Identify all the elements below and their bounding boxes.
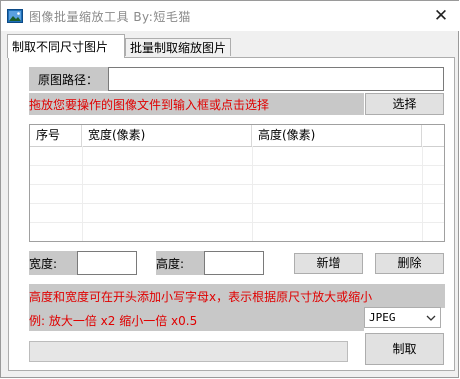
- source-path-label-box: 原图路径：: [29, 67, 109, 91]
- column-header-width[interactable]: 宽度(像素): [82, 125, 252, 146]
- scale-example: 例: 放大一倍 x2 缩小一倍 x0.5: [29, 314, 198, 328]
- progress-bar: [29, 341, 348, 362]
- note-line-2-box: 例: 放大一倍 x2 缩小一倍 x0.5: [29, 308, 364, 331]
- width-label-box: 宽度:: [29, 251, 77, 275]
- tab-batch-scale[interactable]: 批量制取缩放图片: [125, 38, 231, 56]
- width-input[interactable]: [77, 251, 137, 275]
- source-path-label: 原图路径：: [38, 73, 99, 87]
- drag-drop-hint: 拖放您要操作的图像文件到输入框或点击选择: [29, 98, 270, 112]
- grid-line: [252, 146, 253, 241]
- grid-line: [30, 184, 444, 185]
- source-path-input[interactable]: [108, 67, 444, 91]
- height-label: 高度:: [156, 257, 185, 271]
- grid-line: [82, 146, 83, 241]
- hint-box: 拖放您要操作的图像文件到输入框或点击选择: [29, 93, 364, 115]
- tab-panel: 原图路径： 拖放您要操作的图像文件到输入框或点击选择 选择 序号 宽度(像素) …: [8, 57, 455, 371]
- height-label-box: 高度:: [156, 251, 204, 275]
- format-select-value: JPEG: [369, 311, 396, 324]
- delete-size-button[interactable]: 删除: [375, 253, 444, 274]
- title-bar: 图像批量缩放工具 By:短毛猫 ✕: [1, 1, 459, 31]
- grid-line: [422, 146, 423, 241]
- chevron-down-icon: [426, 315, 436, 321]
- tab-strip: 制取不同尺寸图片 批量制取缩放图片: [7, 34, 455, 58]
- app-window: 图像批量缩放工具 By:短毛猫 ✕ 制取不同尺寸图片 批量制取缩放图片 原图路径…: [0, 0, 459, 378]
- grid-line: [30, 222, 444, 223]
- window-title: 图像批量缩放工具 By:短毛猫: [29, 10, 191, 24]
- format-select[interactable]: JPEG: [364, 307, 441, 328]
- grid-line: [30, 165, 444, 166]
- select-file-button[interactable]: 选择: [365, 93, 444, 115]
- scale-note: 高度和宽度可在开头添加小写字母x，表示根据原尺寸放大或缩小: [29, 290, 373, 304]
- tab-different-sizes[interactable]: 制取不同尺寸图片: [7, 34, 125, 58]
- size-list-table[interactable]: 序号 宽度(像素) 高度(像素): [29, 124, 445, 242]
- note-line-1-box: 高度和宽度可在开头添加小写字母x，表示根据原尺寸放大或缩小: [29, 284, 445, 308]
- width-label: 宽度:: [29, 257, 58, 271]
- header-divider: [30, 146, 444, 147]
- height-input[interactable]: [204, 251, 264, 275]
- column-header-index[interactable]: 序号: [30, 125, 82, 146]
- grid-line: [30, 203, 444, 204]
- close-icon[interactable]: ✕: [423, 1, 459, 31]
- add-size-button[interactable]: 新增: [294, 253, 363, 274]
- column-header-height[interactable]: 高度(像素): [252, 125, 422, 146]
- make-button[interactable]: 制取: [365, 333, 444, 365]
- image-app-icon: [7, 9, 23, 23]
